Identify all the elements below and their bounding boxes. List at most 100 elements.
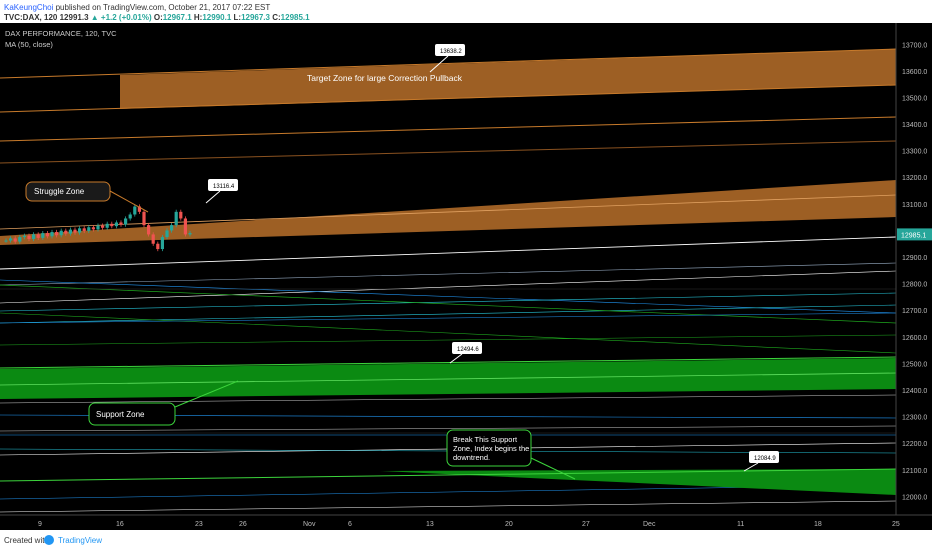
close-label: C: <box>272 13 281 22</box>
high-value: 12990.1 <box>202 13 232 22</box>
price-callout-12494-label: 12494.6 <box>457 347 479 353</box>
candle-body <box>18 237 22 242</box>
candle-body <box>142 211 146 226</box>
price-tick-label: 13300.0 <box>902 149 927 156</box>
low-value: 12967.3 <box>241 13 270 22</box>
candle-body <box>151 234 155 244</box>
price-tick-label: 13100.0 <box>902 202 927 209</box>
candle-body <box>119 222 123 225</box>
time-tick-label: 26 <box>239 521 247 528</box>
price-tick-label: 12100.0 <box>902 468 927 475</box>
open-value: 12967.1 <box>162 13 192 22</box>
time-tick-label: 23 <box>195 521 203 528</box>
time-tick-label: 6 <box>348 521 352 528</box>
candle-body <box>27 235 31 239</box>
last-price-tag: 12985.1 <box>897 228 932 241</box>
time-tick-label: Dec <box>643 521 656 528</box>
candle-body <box>188 233 192 235</box>
candle-body <box>59 230 63 236</box>
candle-body <box>101 225 105 228</box>
candle-body <box>9 238 13 241</box>
price-tick-label: 12700.0 <box>902 308 927 315</box>
candle-body <box>32 234 36 239</box>
up-arrow-icon: ▲ <box>90 13 99 22</box>
price-tick-label: 12200.0 <box>902 441 927 448</box>
break-support-line-2: Zone, Index begins the <box>453 444 529 453</box>
author-link[interactable]: KaKeungChoi <box>4 3 53 12</box>
candle-body <box>50 232 54 237</box>
price-tick-label: 12400.0 <box>902 388 927 395</box>
support-zone-label: Support Zone <box>96 410 145 419</box>
price-callout-13116-label: 13116.4 <box>213 184 235 190</box>
time-tick-label: 27 <box>582 521 590 528</box>
published-text: published on TradingView.com, October 21… <box>55 3 271 12</box>
price-chart[interactable]: Target Zone for large Correction Pullbac… <box>0 23 932 530</box>
chart-area[interactable]: Target Zone for large Correction Pullbac… <box>0 23 932 530</box>
candle-body <box>87 227 91 231</box>
candle-body <box>160 237 164 250</box>
created-with-text: Created with <box>4 536 49 545</box>
price-tick-label: 13600.0 <box>902 69 927 76</box>
candle-body <box>55 232 59 236</box>
price-callout-13638-label: 13638.2 <box>440 49 462 55</box>
low-label: L: <box>233 13 242 22</box>
struggle-zone-label: Struggle Zone <box>34 187 85 196</box>
candle-body <box>68 229 72 234</box>
price-tick-label: 12000.0 <box>902 494 927 501</box>
series-legend: DAX PERFORMANCE, 120, TVC <box>5 29 117 38</box>
candle-body <box>156 243 160 250</box>
candle-body <box>124 218 128 225</box>
price-tick-label: 12300.0 <box>902 415 927 422</box>
candle-body <box>64 230 68 234</box>
candle-body <box>128 214 132 219</box>
candle-body <box>133 206 137 215</box>
candle-body <box>174 211 178 226</box>
time-tick-label: 9 <box>38 521 42 528</box>
candle-body <box>183 218 187 235</box>
time-tick-label: 11 <box>737 521 744 528</box>
candle-body <box>4 240 8 242</box>
candle-body <box>82 228 86 231</box>
open-label: O: <box>153 13 163 22</box>
break-support-line-1: Break This Support <box>453 435 518 444</box>
last-price: 12991.3 <box>59 13 89 22</box>
publish-header: KaKeungChoi published on TradingView.com… <box>0 0 932 23</box>
price-tick-label: 12900.0 <box>902 255 927 262</box>
candle-body <box>165 230 169 238</box>
candle-body <box>96 225 100 230</box>
candle-body <box>13 238 17 242</box>
time-tick-label: 25 <box>892 521 900 528</box>
candle-body <box>41 233 45 238</box>
time-tick-label: 16 <box>116 521 124 528</box>
candle-body <box>170 225 174 231</box>
price-tick-label: 12500.0 <box>902 361 927 368</box>
candle-body <box>36 234 40 238</box>
tradingview-brand-link[interactable]: TradingView <box>58 536 102 545</box>
candle-body <box>147 225 151 235</box>
price-tick-label: 12600.0 <box>902 335 927 342</box>
candle-body <box>22 235 26 238</box>
last-price-tag-label: 12985.1 <box>901 232 926 239</box>
candle-body <box>105 223 109 228</box>
candle-body <box>45 233 49 237</box>
close-value: 12985.1 <box>280 13 310 22</box>
price-tick-label: 13200.0 <box>902 175 927 182</box>
candle-body <box>179 211 183 219</box>
price-tick-label: 13400.0 <box>902 122 927 129</box>
price-tick-label: 13700.0 <box>902 42 927 49</box>
time-tick-label: Nov <box>303 521 316 528</box>
time-tick-label: 20 <box>505 521 513 528</box>
footer-bar: Created with TradingView <box>0 530 932 550</box>
symbol-label: TVC:DAX, 120 <box>4 13 58 22</box>
time-tick-label: 18 <box>814 521 822 528</box>
indicator-legend: MA (50, close) <box>5 40 53 49</box>
candle-body <box>78 228 82 233</box>
candle-body <box>114 222 118 227</box>
price-tick-label: 13500.0 <box>902 95 927 102</box>
publish-line: KaKeungChoi published on TradingView.com… <box>4 3 270 12</box>
break-support-line-3: downtrend. <box>453 453 490 462</box>
target-zone-label: Target Zone for large Correction Pullbac… <box>307 73 463 83</box>
candle-body <box>91 227 95 230</box>
candle-body <box>73 229 77 233</box>
tradingview-logo-icon <box>44 535 54 545</box>
